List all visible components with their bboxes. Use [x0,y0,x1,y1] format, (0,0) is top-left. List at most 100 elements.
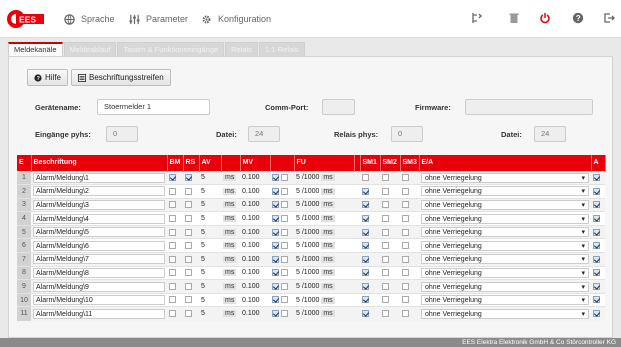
mv-input[interactable]: 0.100 [242,188,260,195]
checkbox[interactable] [593,214,600,222]
checkbox[interactable] [272,269,279,277]
device-name-input[interactable]: Stoermelder 1 [97,99,210,115]
checkbox[interactable] [272,296,279,304]
mv-input[interactable]: 0.100 [242,310,260,317]
mode-select[interactable]: ohne Verriegelung ▾ [421,240,589,251]
checkbox[interactable] [280,282,288,290]
checkbox[interactable] [272,310,279,318]
checkbox[interactable] [362,282,369,290]
mode-select[interactable]: ohne Verriegelung ▾ [421,199,589,210]
mv-input[interactable]: 0.100 [242,283,260,290]
av-input[interactable]: 5 [201,269,205,276]
checkbox[interactable] [169,255,176,263]
checkbox[interactable] [382,214,389,222]
tab-message-channels[interactable]: Meldekanäle [8,42,63,56]
checkbox[interactable] [593,269,600,277]
tab-relays[interactable]: Relais [225,42,258,56]
fu-input[interactable]: 5 [296,201,300,208]
checkbox[interactable] [382,255,389,263]
mode-select[interactable]: ohne Verriegelung ▾ [421,254,589,265]
checkbox[interactable] [382,282,389,290]
checkbox[interactable] [169,174,176,182]
checkbox[interactable] [362,269,369,277]
checkbox[interactable] [280,187,288,195]
checkbox[interactable] [280,174,288,182]
checkbox[interactable] [402,201,409,209]
checkbox[interactable] [280,269,288,277]
checkbox[interactable] [593,174,600,182]
checkbox[interactable] [402,187,409,195]
checkbox[interactable] [382,269,389,277]
fu-input[interactable]: 5 [296,269,300,276]
mv-input[interactable]: 0.100 [242,215,260,222]
checkbox[interactable] [272,242,279,250]
fu-input[interactable]: 5 [296,310,300,317]
label-input[interactable]: Alarm/Meldung\7 [33,254,165,265]
label-input[interactable]: Alarm/Meldung\6 [33,240,165,251]
checkbox[interactable] [185,255,192,263]
checkbox[interactable] [382,296,389,304]
mode-select[interactable]: ohne Verriegelung ▾ [421,281,589,292]
mv-input[interactable]: 0.100 [242,201,260,208]
av-input[interactable]: 5 [201,256,205,263]
tab-message-sequence[interactable]: Meldeablauf [63,42,117,56]
av-input[interactable]: 5 [201,283,205,290]
mode-select[interactable]: ohne Verriegelung ▾ [421,267,589,278]
checkbox[interactable] [185,228,192,236]
label-input[interactable]: Alarm/Meldung\1 [33,172,165,183]
mv-input[interactable]: 0.100 [242,297,260,304]
checkbox[interactable] [272,282,279,290]
checkbox[interactable] [185,201,192,209]
checkbox[interactable] [272,187,279,195]
checkbox[interactable] [382,187,389,195]
checkbox[interactable] [280,296,288,304]
label-input[interactable]: Alarm/Meldung\5 [33,227,165,238]
checkbox[interactable] [362,214,369,222]
mv-input[interactable]: 0.100 [242,269,260,276]
checkbox[interactable] [362,255,369,263]
checkbox[interactable] [272,214,279,222]
checkbox[interactable] [402,214,409,222]
mode-select[interactable]: ohne Verriegelung ▾ [421,295,589,306]
reorder-icon[interactable] [471,12,483,24]
av-input[interactable]: 5 [201,242,205,249]
checkbox[interactable] [185,310,192,318]
mode-select[interactable]: ohne Verriegelung ▾ [421,227,589,238]
checkbox[interactable] [402,282,409,290]
nav-parameters[interactable]: Parameter [129,12,188,26]
checkbox[interactable] [382,242,389,250]
tab-relays-1to1[interactable]: 1:1-Relais [258,42,305,56]
checkbox[interactable] [362,310,369,318]
logout-icon[interactable] [603,12,615,24]
checkbox[interactable] [402,310,409,318]
power-icon[interactable] [539,12,551,24]
checkbox[interactable] [382,228,389,236]
checkbox[interactable] [402,174,409,182]
checkbox[interactable] [362,174,369,182]
fu-input[interactable]: 5 [296,256,300,263]
checkbox[interactable] [593,255,600,263]
checkbox[interactable] [402,228,409,236]
trash-icon[interactable] [508,12,520,24]
checkbox[interactable] [185,269,192,277]
fu-input[interactable]: 5 [296,229,300,236]
checkbox[interactable] [272,201,279,209]
av-input[interactable]: 5 [201,229,205,236]
label-input[interactable]: Alarm/Meldung\4 [33,213,165,224]
checkbox[interactable] [382,201,389,209]
checkbox[interactable] [272,228,279,236]
mode-select[interactable]: ohne Verriegelung ▾ [421,186,589,197]
checkbox[interactable] [382,310,389,318]
checkbox[interactable] [402,242,409,250]
checkbox[interactable] [185,174,192,182]
checkbox[interactable] [185,187,192,195]
tab-keys-inputs[interactable]: Tasten & Funktionseingänge [117,42,225,56]
label-input[interactable]: Alarm/Meldung\3 [33,199,165,210]
mode-select[interactable]: ohne Verriegelung ▾ [421,172,589,183]
checkbox[interactable] [169,296,176,304]
checkbox[interactable] [272,255,279,263]
fu-input[interactable]: 5 [296,174,300,181]
checkbox[interactable] [272,174,279,182]
checkbox[interactable] [593,296,600,304]
checkbox[interactable] [185,242,192,250]
